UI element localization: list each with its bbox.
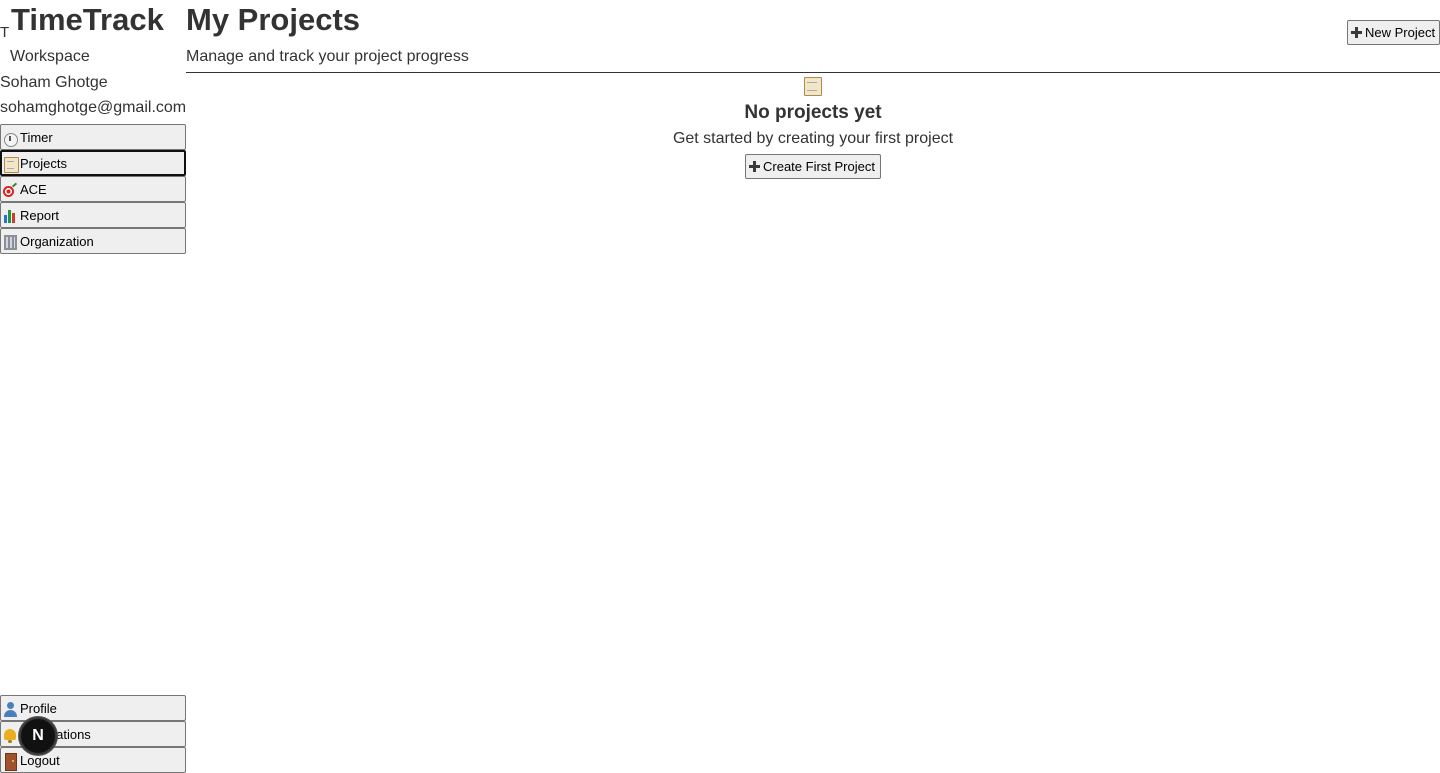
page-title: My Projects xyxy=(186,2,361,37)
new-project-label: New Project xyxy=(1365,25,1436,40)
create-first-project-label: Create First Project xyxy=(763,159,875,174)
nav-organization[interactable]: Organization xyxy=(0,228,186,254)
target-icon xyxy=(2,181,19,198)
bar-chart-icon xyxy=(2,207,19,224)
create-first-project-button[interactable]: Create First Project xyxy=(745,154,881,179)
nav-profile[interactable]: Profile xyxy=(0,695,186,721)
nav-label: Report xyxy=(20,207,60,223)
avatar[interactable]: N xyxy=(19,717,57,755)
user-name: Soham Ghotge xyxy=(0,74,108,91)
brand-name: TimeTrack xyxy=(11,2,164,37)
clipboard-icon xyxy=(2,155,19,173)
page-subtitle: Manage and track your project progress xyxy=(186,48,469,65)
bell-icon xyxy=(2,726,19,743)
nav-report[interactable]: Report xyxy=(0,202,186,228)
main-content: My Projects Manage and track your projec… xyxy=(186,0,1440,773)
empty-state-title: No projects yet xyxy=(744,102,882,123)
clipboard-icon xyxy=(803,76,822,96)
nav-label: Projects xyxy=(20,155,67,171)
new-project-button[interactable]: New Project xyxy=(1347,20,1440,45)
stopwatch-icon xyxy=(2,129,19,147)
empty-state-text: Get started by creating your first proje… xyxy=(672,130,954,147)
nav-projects[interactable]: Projects xyxy=(0,150,186,176)
brand-subtitle: Workspace xyxy=(10,48,90,65)
nav-label: Timer xyxy=(20,129,53,145)
nav-ace[interactable]: ACE xyxy=(0,176,186,202)
user-email: sohamghotge@gmail.com xyxy=(0,99,187,116)
building-icon xyxy=(2,233,19,250)
app-root: T TimeTrack Workspace Soham Ghotge soham… xyxy=(0,0,1440,773)
sidebar: T TimeTrack Workspace Soham Ghotge soham… xyxy=(0,0,186,773)
plus-icon xyxy=(1350,26,1363,39)
nav-label: ACE xyxy=(20,181,47,197)
nav-timer[interactable]: Timer xyxy=(0,124,186,150)
door-icon xyxy=(2,752,19,771)
brand-logo: T xyxy=(0,24,10,41)
nav-label: Organization xyxy=(20,233,94,249)
user-icon xyxy=(2,700,19,717)
nav-label: Profile xyxy=(20,700,57,716)
header-divider xyxy=(186,72,1440,73)
plus-icon xyxy=(748,160,761,173)
